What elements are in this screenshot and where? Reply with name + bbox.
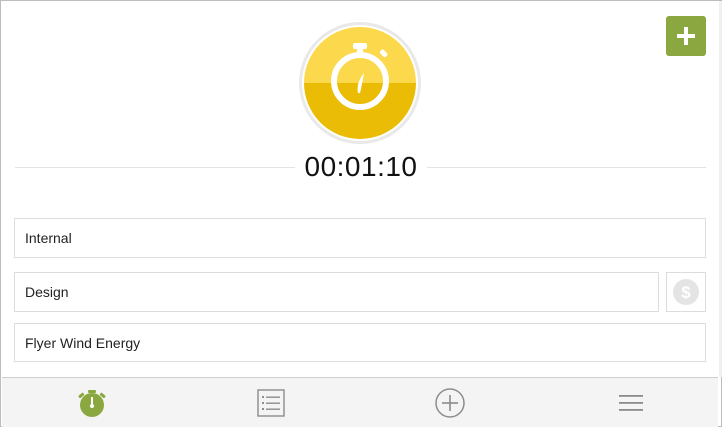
nav-entries-tab[interactable] xyxy=(241,378,301,427)
add-entry-button[interactable] xyxy=(666,16,706,56)
nav-menu-tab[interactable] xyxy=(601,378,661,427)
project-field[interactable]: Flyer Wind Energy xyxy=(14,323,706,362)
bottom-navigation xyxy=(2,377,718,427)
stopwatch-icon xyxy=(78,390,106,417)
add-circle-icon xyxy=(435,388,465,418)
dollar-circle-icon: $ xyxy=(673,279,699,305)
billable-toggle[interactable]: $ xyxy=(666,272,706,312)
nav-timer-tab[interactable] xyxy=(62,378,122,427)
plus-icon xyxy=(677,27,695,45)
task-field[interactable]: Design xyxy=(14,272,659,312)
elapsed-time: 00:01:10 xyxy=(304,151,418,182)
hamburger-menu-icon xyxy=(619,395,643,411)
nav-add-tab[interactable] xyxy=(420,378,480,427)
stopwatch-icon xyxy=(299,22,421,144)
list-icon xyxy=(257,389,285,417)
start-timer-button[interactable] xyxy=(298,21,422,145)
svg-text:$: $ xyxy=(681,283,691,302)
app-window: 00:01:10 Internal Design $ Flyer Wind En… xyxy=(0,0,722,427)
divider-left xyxy=(15,167,295,168)
client-field[interactable]: Internal xyxy=(14,218,706,258)
divider-right xyxy=(427,167,706,168)
